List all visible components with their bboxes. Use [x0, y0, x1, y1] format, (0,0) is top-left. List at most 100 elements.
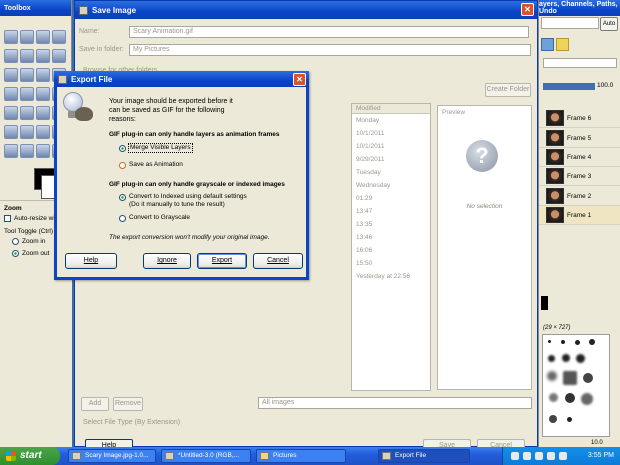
smudge-tool-icon[interactable]: [36, 144, 50, 158]
eye-icon[interactable]: [539, 188, 543, 204]
brush-grid[interactable]: [542, 334, 610, 437]
security-icon[interactable]: [535, 452, 543, 460]
auto-resize-checkbox[interactable]: Auto-resize win: [4, 215, 58, 222]
radio-circle[interactable]: [12, 238, 19, 245]
eye-icon[interactable]: [539, 149, 543, 165]
spacing-value[interactable]: 10.0: [591, 440, 603, 446]
opacity-value[interactable]: 100.0: [597, 82, 613, 89]
network-icon[interactable]: [511, 452, 519, 460]
convert-grayscale-radio[interactable]: Convert to Grayscale: [119, 214, 190, 222]
clone-tool-icon[interactable]: [4, 144, 18, 158]
brush-item[interactable]: [583, 373, 593, 383]
taskbar-item[interactable]: Scary Image.jpg-1.0...: [68, 449, 156, 463]
heal-tool-icon[interactable]: [20, 144, 34, 158]
layer-row[interactable]: Frame 1: [539, 206, 620, 225]
brush-item[interactable]: [561, 340, 565, 344]
paths-tool-icon[interactable]: [52, 49, 66, 63]
export-button[interactable]: Export: [197, 253, 247, 269]
taskbar-item[interactable]: *Untitled-3.0 (RGB,...: [161, 449, 251, 463]
close-icon[interactable]: ✕: [293, 73, 306, 86]
image-selector[interactable]: [541, 17, 599, 29]
eye-icon[interactable]: [539, 168, 543, 184]
foreground-select-tool-icon[interactable]: [36, 49, 50, 63]
close-icon[interactable]: ✕: [521, 3, 534, 16]
remove-button[interactable]: Remove: [113, 397, 143, 411]
convert-indexed-radio[interactable]: Convert to Indexed using default setting…: [119, 193, 247, 209]
name-field[interactable]: Scary Animation.gif: [129, 26, 529, 38]
list-item[interactable]: 13:47: [352, 205, 430, 218]
file-filter-select[interactable]: All images: [258, 397, 532, 409]
scale-tool-icon[interactable]: [4, 87, 18, 101]
brush-item[interactable]: [563, 371, 577, 385]
checkbox-box[interactable]: [4, 215, 11, 222]
airbrush-tool-icon[interactable]: [36, 125, 50, 139]
brush-item[interactable]: [549, 393, 558, 402]
zoom-out-radio[interactable]: Zoom out: [12, 250, 49, 257]
mode-select[interactable]: [543, 58, 617, 68]
list-item[interactable]: Monday: [352, 114, 430, 127]
file-type-expander[interactable]: Select File Type (By Extension): [83, 419, 180, 426]
eye-icon[interactable]: [539, 110, 543, 126]
list-item[interactable]: 16:06: [352, 244, 430, 257]
taskbar-item[interactable]: Pictures: [256, 449, 346, 463]
layer-row[interactable]: Frame 2: [539, 187, 620, 206]
brush-item[interactable]: [548, 355, 555, 362]
start-button[interactable]: start: [0, 447, 60, 465]
list-item[interactable]: 9/29/2011: [352, 153, 430, 166]
merge-visible-layers-radio[interactable]: Merge Visible Layers: [119, 143, 193, 153]
radio-circle[interactable]: [119, 214, 126, 222]
add-button[interactable]: Add: [81, 397, 109, 411]
blend-tool-icon[interactable]: [36, 106, 50, 120]
list-item[interactable]: 13:35: [352, 218, 430, 231]
rect-select-tool-icon[interactable]: [4, 30, 18, 44]
folder-select[interactable]: My Pictures: [129, 44, 531, 56]
ellipse-select-tool-icon[interactable]: [20, 30, 34, 44]
brush-item[interactable]: [575, 340, 580, 345]
radio-circle[interactable]: [119, 144, 126, 152]
brush-item[interactable]: [589, 339, 595, 345]
layers-tab-icon[interactable]: [541, 38, 554, 51]
tray-app-icon[interactable]: [559, 452, 567, 460]
create-folder-button[interactable]: Create Folder: [485, 83, 531, 97]
clock[interactable]: 3:55 PM: [588, 447, 614, 465]
list-item[interactable]: Wednesday: [352, 179, 430, 192]
shear-tool-icon[interactable]: [20, 87, 34, 101]
paintbrush-tool-icon[interactable]: [4, 125, 18, 139]
list-item[interactable]: Tuesday: [352, 166, 430, 179]
color-select-tool-icon[interactable]: [4, 49, 18, 63]
brush-item[interactable]: [547, 371, 557, 381]
brush-item[interactable]: [567, 417, 572, 422]
file-list-modified-column[interactable]: Modified Monday 10/1/2011 10/1/2011 9/29…: [351, 103, 431, 391]
move-tool-icon[interactable]: [20, 68, 34, 82]
layer-row[interactable]: Frame 4: [539, 148, 620, 167]
crop-tool-icon[interactable]: [36, 68, 50, 82]
update-icon[interactable]: [547, 452, 555, 460]
align-tool-icon[interactable]: [4, 68, 18, 82]
layer-row[interactable]: Frame 3: [539, 167, 620, 186]
save-as-animation-radio[interactable]: Save as Animation: [119, 161, 183, 169]
radio-circle[interactable]: [119, 193, 126, 201]
brush-item[interactable]: [548, 340, 551, 343]
layer-row[interactable]: Frame 5: [539, 129, 620, 148]
ignore-button[interactable]: Ignore: [143, 253, 191, 269]
free-select-tool-icon[interactable]: [36, 30, 50, 44]
list-item[interactable]: 15:50: [352, 257, 430, 270]
brush-item[interactable]: [576, 354, 585, 363]
list-item[interactable]: 01:29: [352, 192, 430, 205]
auto-button[interactable]: Auto: [600, 17, 618, 31]
brush-item[interactable]: [549, 415, 557, 423]
eraser-tool-icon[interactable]: [20, 125, 34, 139]
zoom-in-radio[interactable]: Zoom in: [12, 238, 45, 245]
channels-tab-icon[interactable]: [556, 38, 569, 51]
help-button[interactable]: Help: [65, 253, 117, 269]
text-tool-icon[interactable]: [4, 106, 18, 120]
cancel-button[interactable]: Cancel: [253, 253, 303, 269]
layer-row[interactable]: Frame 6: [539, 109, 620, 128]
opacity-bar[interactable]: [543, 83, 595, 90]
brush-item[interactable]: [565, 393, 575, 403]
brush-item[interactable]: [562, 354, 570, 362]
modified-column-header[interactable]: Modified: [352, 104, 430, 114]
perspective-tool-icon[interactable]: [36, 87, 50, 101]
brush-item[interactable]: [581, 393, 593, 405]
radio-circle[interactable]: [12, 250, 19, 257]
